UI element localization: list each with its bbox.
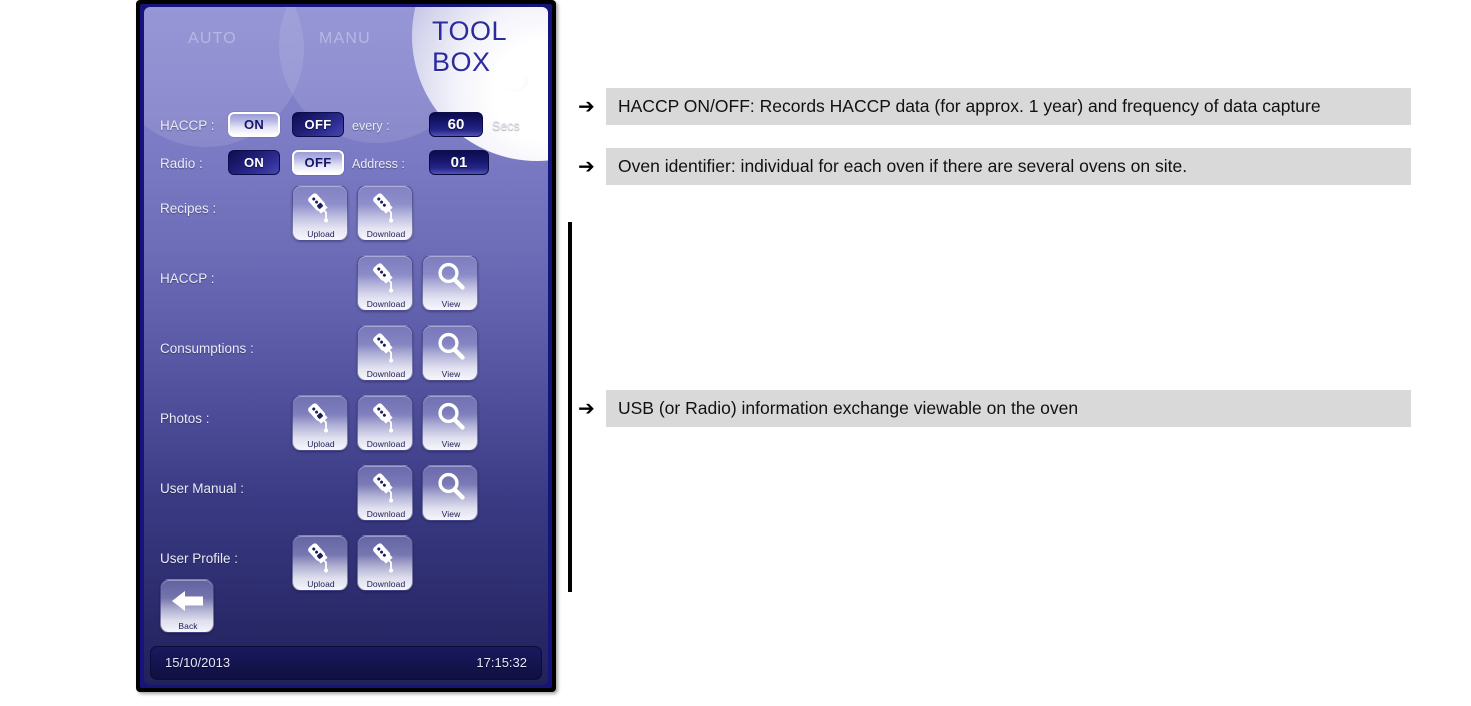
arrow-right-icon: ➔ — [578, 94, 595, 118]
callout-bracket-line — [568, 222, 572, 592]
arrow-right-icon: ➔ — [578, 154, 595, 178]
row-label-user-manual: User Manual : — [160, 481, 245, 496]
button-caption: Upload — [307, 229, 335, 239]
user-manual-view-button[interactable]: View — [422, 465, 478, 521]
row-label-haccp: HACCP : — [160, 271, 215, 286]
usb-stick-icon — [358, 537, 412, 577]
haccp-every-label: every : — [352, 119, 390, 133]
haccp-interval-value[interactable]: 60 — [429, 112, 483, 137]
usb-stick-icon — [358, 467, 412, 507]
oven-control-panel-device: AUTO MANU TOOL BOX HACCP : ON OFF every … — [136, 0, 556, 692]
photos-download-button[interactable]: Download — [357, 395, 413, 451]
button-caption: View — [441, 299, 461, 309]
button-caption: Upload — [307, 579, 335, 589]
button-caption: View — [441, 439, 461, 449]
device-screen-bezel: AUTO MANU TOOL BOX HACCP : ON OFF every … — [140, 4, 552, 688]
consumptions-download-button[interactable]: Download — [357, 325, 413, 381]
magnifier-icon — [423, 257, 477, 297]
device-screen: AUTO MANU TOOL BOX HACCP : ON OFF every … — [144, 7, 548, 685]
callout-oven-identifier: ➔ Oven identifier: individual for each o… — [578, 148, 1411, 185]
haccp-view-button[interactable]: View — [422, 255, 478, 311]
magnifier-icon — [423, 327, 477, 367]
recipes-upload-button[interactable]: Upload — [292, 185, 348, 241]
magnifier-icon — [423, 397, 477, 437]
button-caption: Download — [366, 369, 406, 379]
callout-text: HACCP ON/OFF: Records HACCP data (for ap… — [606, 88, 1411, 125]
screen-body: HACCP : ON OFF every : 60 Secs Radio : O… — [144, 7, 548, 685]
photos-upload-button[interactable]: Upload — [292, 395, 348, 451]
row-label-user-profile: User Profile : — [160, 551, 239, 566]
consumptions-view-button[interactable]: View — [422, 325, 478, 381]
radio-off-button[interactable]: OFF — [292, 150, 344, 175]
arrow-right-icon: ➔ — [578, 396, 595, 420]
callout-text: Oven identifier: individual for each ove… — [606, 148, 1411, 185]
button-caption: View — [441, 509, 461, 519]
usb-stick-icon — [358, 327, 412, 367]
callout-text: USB (or Radio) information exchange view… — [606, 390, 1411, 427]
radio-on-button[interactable]: ON — [228, 150, 280, 175]
arrow-left-icon — [161, 581, 213, 621]
radio-address-label: Address : — [352, 157, 405, 171]
row-label-consumptions: Consumptions : — [160, 341, 254, 356]
recipes-download-button[interactable]: Download — [357, 185, 413, 241]
button-caption: Download — [366, 439, 406, 449]
haccp-off-button[interactable]: OFF — [292, 112, 344, 137]
button-caption: Download — [366, 299, 406, 309]
status-bar: 15/10/2013 17:15:32 — [150, 646, 542, 680]
radio-setting-label: Radio : — [160, 156, 203, 171]
user-profile-download-button[interactable]: Download — [357, 535, 413, 591]
button-caption: Download — [366, 509, 406, 519]
haccp-download-button[interactable]: Download — [357, 255, 413, 311]
status-time: 17:15:32 — [476, 655, 527, 670]
magnifier-icon — [423, 467, 477, 507]
user-profile-upload-button[interactable]: Upload — [292, 535, 348, 591]
status-date: 15/10/2013 — [165, 655, 231, 670]
haccp-setting-label: HACCP : — [160, 118, 215, 133]
usb-stick-icon — [293, 537, 347, 577]
back-button[interactable]: Back — [160, 579, 214, 633]
callout-haccp: ➔ HACCP ON/OFF: Records HACCP data (for … — [578, 88, 1411, 125]
button-caption: Download — [366, 579, 406, 589]
row-label-recipes: Recipes : — [160, 201, 217, 216]
photos-view-button[interactable]: View — [422, 395, 478, 451]
user-manual-download-button[interactable]: Download — [357, 465, 413, 521]
usb-stick-icon — [358, 257, 412, 297]
button-caption: Download — [366, 229, 406, 239]
button-caption: Upload — [307, 439, 335, 449]
usb-stick-icon — [358, 397, 412, 437]
usb-stick-icon — [293, 187, 347, 227]
usb-stick-icon — [358, 187, 412, 227]
usb-stick-icon — [293, 397, 347, 437]
row-label-photos: Photos : — [160, 411, 210, 426]
haccp-interval-unit-label: Secs — [492, 119, 520, 133]
button-caption: Back — [178, 621, 198, 631]
button-caption: View — [441, 369, 461, 379]
callout-usb-exchange: ➔ USB (or Radio) information exchange vi… — [578, 390, 1411, 427]
haccp-on-button[interactable]: ON — [228, 112, 280, 137]
radio-address-value[interactable]: 01 — [429, 150, 489, 175]
